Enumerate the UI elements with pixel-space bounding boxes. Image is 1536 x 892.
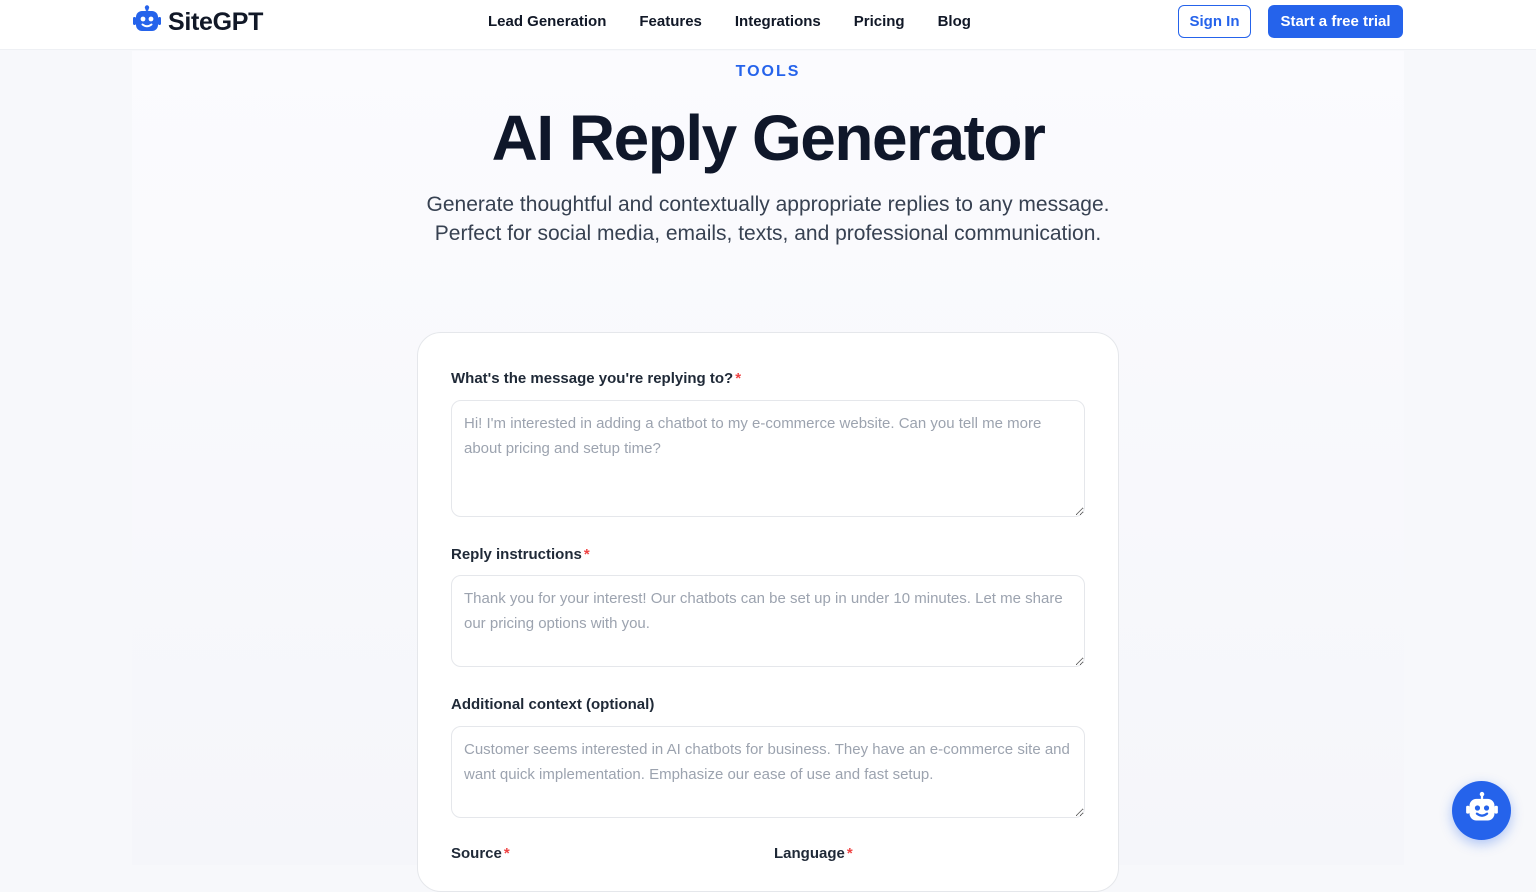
subtitle-line-2: Perfect for social media, emails, texts,… — [434, 222, 1102, 245]
top-navigation-bar: SiteGPT Lead Generation Features Integra… — [0, 0, 1536, 50]
language-label-text: Language — [774, 845, 845, 862]
subtitle-line-1: Generate thoughtful and contextually app… — [426, 193, 1110, 216]
language-field-label: Language * — [774, 845, 853, 863]
robot-logo-icon — [132, 4, 162, 40]
nav-features[interactable]: Features — [639, 12, 702, 32]
nav-integrations[interactable]: Integrations — [735, 12, 821, 32]
brand-name: SiteGPT — [168, 7, 264, 36]
main-nav: Lead Generation Features Integrations Pr… — [488, 12, 1004, 32]
nav-lead-generation[interactable]: Lead Generation — [488, 12, 606, 32]
nav-blog[interactable]: Blog — [938, 12, 971, 32]
instructions-input[interactable] — [451, 575, 1085, 667]
context-input[interactable] — [451, 726, 1085, 818]
chat-widget-button[interactable] — [1452, 781, 1511, 840]
required-marker: * — [503, 845, 510, 862]
page-subtitle: Generate thoughtful and contextually app… — [368, 190, 1168, 248]
nav-pricing[interactable]: Pricing — [854, 12, 905, 32]
context-field-label: Additional context (optional) — [451, 696, 654, 714]
page-title: AI Reply Generator — [491, 102, 1046, 174]
section-eyebrow: TOOLS — [735, 63, 801, 80]
message-input[interactable] — [451, 400, 1085, 517]
sitegpt-logo[interactable]: SiteGPT — [132, 4, 264, 40]
required-marker: * — [846, 845, 853, 862]
instructions-label-text: Reply instructions — [451, 546, 582, 563]
source-field-label: Source * — [451, 845, 510, 863]
message-label-text: What's the message you're replying to? — [451, 370, 734, 387]
message-field-label: What's the message you're replying to? * — [451, 370, 741, 388]
required-marker: * — [583, 546, 590, 563]
start-free-trial-button[interactable]: Start a free trial — [1268, 5, 1403, 38]
sign-in-button[interactable]: Sign In — [1178, 5, 1251, 38]
source-label-text: Source — [451, 845, 502, 862]
required-marker: * — [735, 370, 742, 387]
instructions-field-label: Reply instructions * — [451, 546, 590, 564]
context-label-text: Additional context (optional) — [451, 696, 655, 713]
robot-icon — [1465, 791, 1499, 830]
